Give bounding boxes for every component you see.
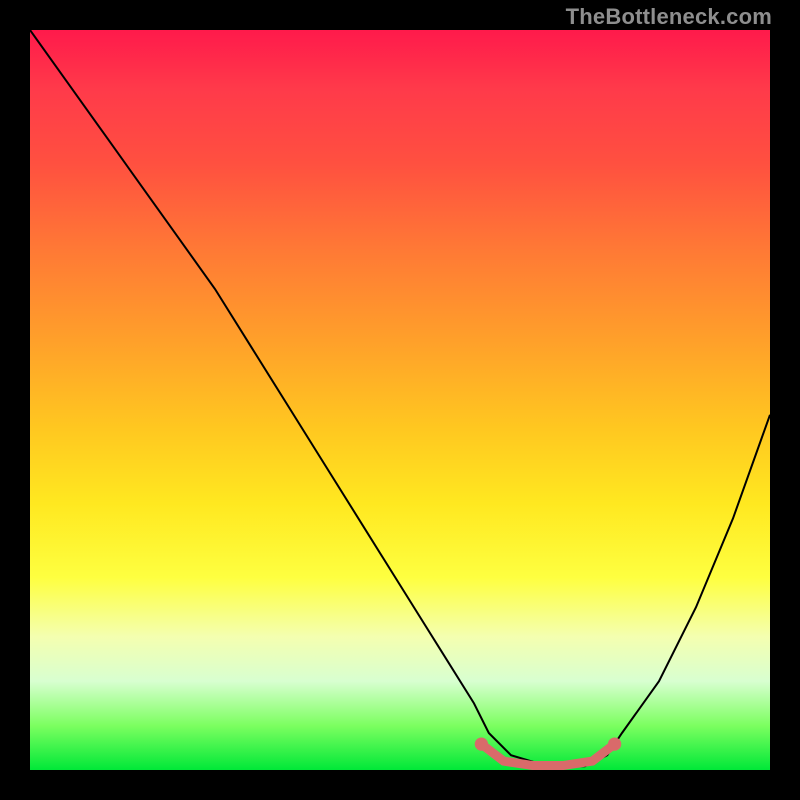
optimal-range-start-dot: [475, 737, 488, 750]
bottleneck-curve: [30, 30, 770, 766]
curve-layer: [30, 30, 770, 770]
chart-frame: TheBottleneck.com: [0, 0, 800, 800]
optimal-range-end-dot: [608, 737, 621, 750]
plot-area: [30, 30, 770, 770]
optimal-range-marker: [481, 744, 614, 765]
watermark-text: TheBottleneck.com: [566, 4, 772, 30]
